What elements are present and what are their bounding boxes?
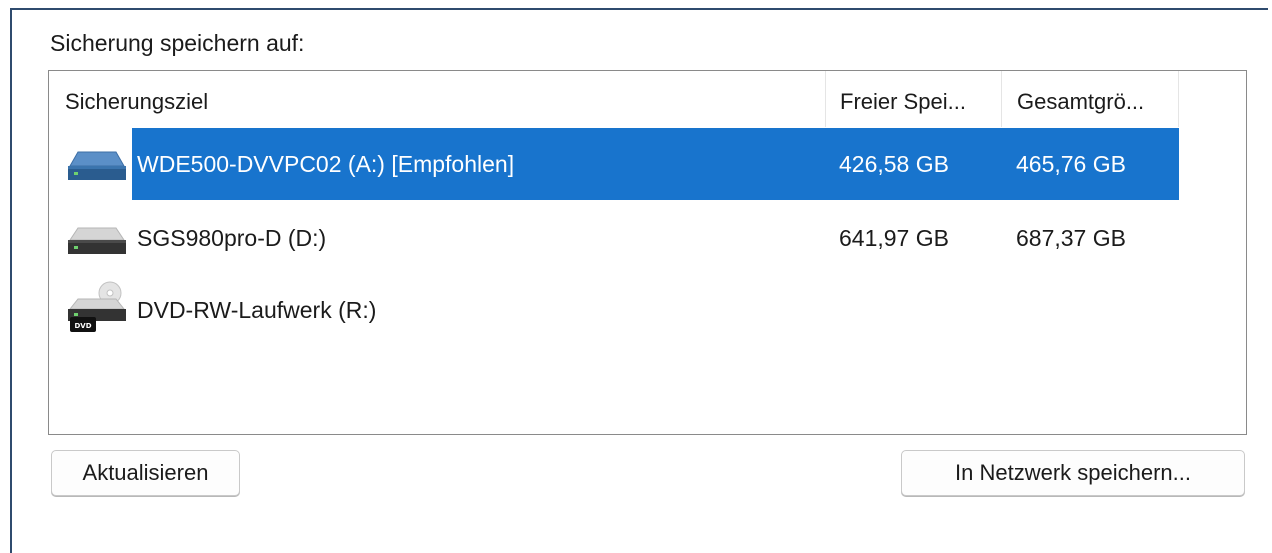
list-item[interactable]: WDE500-DVVPC02 (A:) [Empfohlen] 426,58 G…: [49, 128, 1179, 200]
hard-drive-icon: [68, 227, 126, 254]
drive-free-space: 426,58 GB: [839, 151, 949, 177]
drive-total-size: 687,37 GB: [1016, 225, 1126, 251]
drive-name: WDE500-DVVPC02 (A:) [Empfohlen]: [137, 151, 515, 177]
dvd-drive-icon: DVD: [68, 281, 126, 332]
refresh-button[interactable]: Aktualisieren: [51, 450, 240, 496]
drive-name: SGS980pro-D (D:): [137, 225, 327, 251]
drive-name: DVD-RW-Laufwerk (R:): [137, 297, 377, 323]
save-to-network-button[interactable]: In Netzwerk speichern...: [901, 450, 1245, 496]
backup-target-list[interactable]: Sicherungsziel Freier Spei... Gesamtgrö.…: [48, 70, 1247, 435]
save-location-label: Sicherung speichern auf:: [50, 30, 305, 56]
list-item[interactable]: SGS980pro-D (D:) 641,97 GB 687,37 GB: [49, 202, 1179, 274]
drive-free-space: 641,97 GB: [839, 225, 949, 251]
drive-total-size: 465,76 GB: [1016, 151, 1126, 177]
column-header-target[interactable]: Sicherungsziel: [49, 71, 825, 127]
dvd-label: DVD: [74, 322, 91, 330]
list-item[interactable]: DVD DVD-RW-Laufwerk (R:): [49, 274, 1179, 346]
list-header: Sicherungsziel Freier Spei... Gesamtgrö.…: [49, 71, 1179, 127]
column-header-total-size[interactable]: Gesamtgrö...: [1001, 71, 1179, 127]
column-header-free-space[interactable]: Freier Spei...: [825, 71, 1001, 127]
hard-drive-icon: [68, 151, 126, 180]
